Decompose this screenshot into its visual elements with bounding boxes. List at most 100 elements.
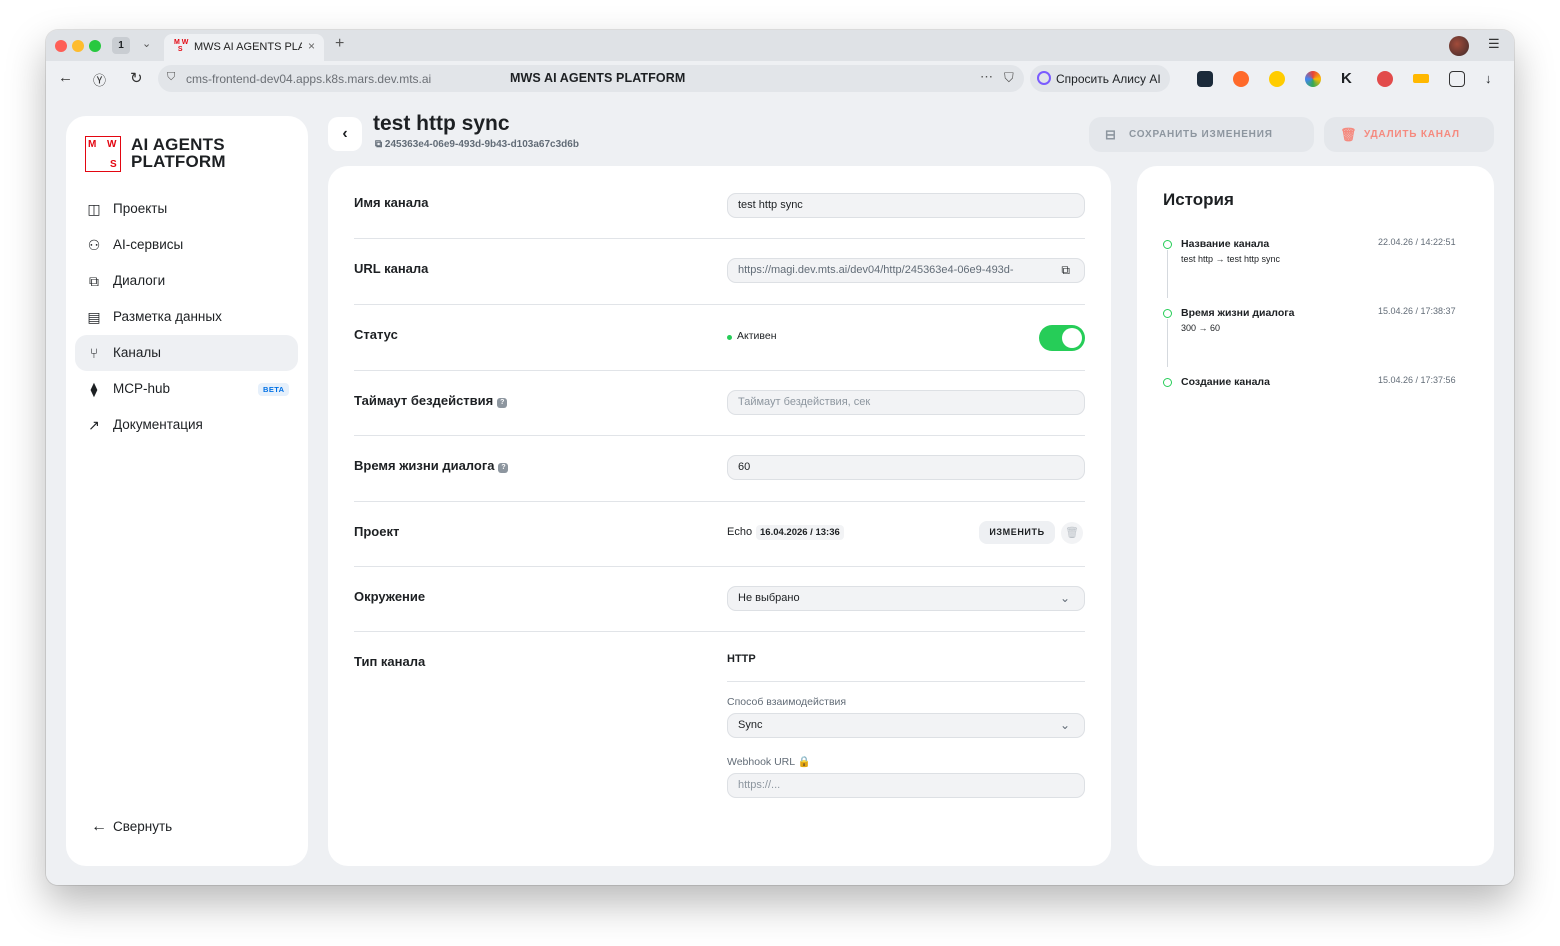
sidebar-item-documentation[interactable]: ↗ Документация <box>75 407 298 443</box>
copy-icon[interactable]: ⧉ <box>1061 259 1070 282</box>
channel-url-field[interactable]: https://magi.dev.mts.ai/dev04/http/24536… <box>727 258 1085 283</box>
app-content: M W S AI AGENTS PLATFORM ◫ Проекты ⚇ AI-… <box>46 95 1514 885</box>
sidebar-item-label: Диалоги <box>113 273 166 288</box>
sidebar-item-data-labeling[interactable]: ▤ Разметка данных <box>75 299 298 335</box>
sidebar-item-ai-services[interactable]: ⚇ AI-сервисы <box>75 227 298 263</box>
mcp-hub-icon: ⧫ <box>90 381 98 397</box>
history-item-name: Время жизни диалога <box>1181 307 1295 319</box>
address-bar[interactable]: ⛉ cms-frontend-dev04.apps.k8s.mars.dev.m… <box>158 65 1024 92</box>
extension-flower-icon[interactable] <box>1377 71 1393 87</box>
status-text: Активен <box>737 330 777 342</box>
chevron-down-icon[interactable]: ⌄ <box>142 37 151 50</box>
delete-channel-button[interactable]: 🗑 УДАЛИТЬ КАНАЛ <box>1324 117 1494 152</box>
chevron-down-icon: ⌄ <box>1059 591 1070 605</box>
toggle-knob <box>1062 328 1082 348</box>
project-name: Echo <box>727 526 753 538</box>
sidebar-item-dialogs[interactable]: ⧉ Диалоги <box>75 263 298 299</box>
sidebar-item-projects[interactable]: ◫ Проекты <box>75 191 298 227</box>
tab-count[interactable]: 1 <box>112 37 130 54</box>
environment-row: Окружение Не выбрано ⌄ <box>354 567 1085 632</box>
help-icon[interactable]: ? <box>497 398 508 408</box>
webhook-label: Webhook URL 🔒 <box>727 755 811 768</box>
name-row: Имя канала test http sync <box>354 166 1085 239</box>
back-button[interactable]: ‹ <box>328 117 362 151</box>
react-devtools-icon[interactable] <box>1197 71 1213 87</box>
trash-icon: 🗑 <box>1340 127 1358 142</box>
channel-type-label: Тип канала <box>354 654 426 669</box>
ttl-input[interactable]: 60 <box>727 455 1085 480</box>
webhook-url-input[interactable]: https://... <box>727 773 1085 798</box>
channel-name-input[interactable]: test http sync <box>727 193 1085 218</box>
channels-icon: ⑂ <box>89 345 99 361</box>
save-changes-button[interactable]: ⊟ СОХРАНИТЬ ИЗМЕНЕНИЯ <box>1089 117 1314 152</box>
sidebar-item-label: Разметка данных <box>113 309 222 324</box>
help-icon[interactable]: ? <box>498 463 509 473</box>
maximize-window-button[interactable] <box>89 40 101 52</box>
back-arrow-icon[interactable]: ← <box>58 69 73 86</box>
environment-value: Не выбрано <box>738 592 800 604</box>
extension-k-icon[interactable]: K <box>1341 71 1357 87</box>
sidebar-item-mcp-hub[interactable]: ⧫ MCP-hub BETA <box>75 371 298 407</box>
url-label: URL канала <box>354 261 429 276</box>
delete-label: УДАЛИТЬ КАНАЛ <box>1364 129 1460 140</box>
interaction-select[interactable]: Sync ⌄ <box>727 713 1085 738</box>
close-window-button[interactable] <box>55 40 67 52</box>
change-project-button[interactable]: ИЗМЕНИТЬ <box>979 521 1055 544</box>
extension-yellow-icon[interactable] <box>1269 71 1285 87</box>
arrow-left-icon: ← <box>91 818 107 835</box>
profile-avatar[interactable] <box>1449 36 1469 56</box>
mws-favicon-icon: M W S <box>174 39 189 53</box>
history-item-time: 15.04.26 / 17:38:37 <box>1378 306 1456 316</box>
brand-line-2: PLATFORM <box>131 152 226 171</box>
collapse-sidebar-button[interactable]: ← Свернуть <box>91 818 172 836</box>
channel-type-value: HTTP <box>727 653 756 665</box>
logo-letter-m: M <box>88 139 97 150</box>
name-label: Имя канала <box>354 195 429 210</box>
extension-orange-icon[interactable] <box>1233 71 1249 87</box>
timeout-row: Таймаут бездействия? Таймаут бездействия… <box>354 371 1085 436</box>
extension-color-icon[interactable] <box>1305 71 1321 87</box>
close-tab-icon[interactable]: × <box>308 39 315 53</box>
yandex-home-icon[interactable]: Ⓨ <box>93 70 106 89</box>
browser-toolbar: ← Ⓨ ↻ ⛉ cms-frontend-dev04.apps.k8s.mars… <box>46 61 1514 95</box>
bookmark-icon[interactable]: ⛉ <box>1004 70 1014 86</box>
status-toggle[interactable] <box>1039 325 1085 351</box>
timeline-dot-icon <box>1163 378 1172 387</box>
external-link-icon: ↗ <box>88 417 100 433</box>
tab-title: MWS AI AGENTS PLATFORM <box>194 41 302 53</box>
shield-icon: ⛉ <box>167 71 176 83</box>
browser-tab[interactable]: M W S MWS AI AGENTS PLATFORM × <box>164 34 324 61</box>
brand-name: AI AGENTS PLATFORM <box>131 136 226 170</box>
extensions-icon[interactable] <box>1449 71 1465 87</box>
timeout-input[interactable]: Таймаут бездействия, сек <box>727 390 1085 415</box>
tab-strip: 1 ⌄ M W S MWS AI AGENTS PLATFORM × + ☰ <box>46 30 1514 61</box>
alice-icon <box>1037 71 1051 85</box>
minimize-window-button[interactable] <box>72 40 84 52</box>
more-icon[interactable]: ⋯ <box>980 69 993 85</box>
menu-icon[interactable]: ☰ <box>1488 36 1500 52</box>
project-date: 16.04.2026 / 13:36 <box>756 525 844 540</box>
remove-project-trash-icon[interactable]: 🗑 <box>1061 522 1083 544</box>
history-item-name: Создание канала <box>1181 376 1270 388</box>
url-page-title: MWS AI AGENTS PLATFORM <box>510 71 686 85</box>
status-label: Статус <box>354 327 398 342</box>
status-dot-icon <box>727 335 732 340</box>
projects-icon: ◫ <box>87 201 101 217</box>
sidebar-item-label: MCP-hub <box>113 381 171 396</box>
channel-uuid[interactable]: ⧉ 245363e4-06e9-493d-9b43-d103a67c3d6b <box>375 139 579 150</box>
timeline-dot-icon <box>1163 309 1172 318</box>
sidebar-item-channels[interactable]: ⑂ Каналы <box>75 335 298 371</box>
reload-icon[interactable]: ↻ <box>130 69 143 87</box>
url-text: cms-frontend-dev04.apps.k8s.mars.dev.mts… <box>186 72 432 86</box>
mws-logo[interactable]: M W S <box>85 136 121 172</box>
environment-select[interactable]: Не выбрано ⌄ <box>727 586 1085 611</box>
new-tab-button[interactable]: + <box>335 35 344 53</box>
downloads-icon[interactable]: ↓ <box>1485 71 1501 87</box>
sidebar-item-label: Документация <box>113 417 203 432</box>
history-item-change: test http → test http sync <box>1181 254 1281 264</box>
ttl-label-text: Время жизни диалога <box>354 458 495 473</box>
battery-icon[interactable] <box>1413 74 1429 83</box>
interaction-value: Sync <box>738 719 763 731</box>
ask-alice-button[interactable]: Спросить Алису AI <box>1030 65 1170 92</box>
history-item-time: 22.04.26 / 14:22:51 <box>1378 237 1456 247</box>
